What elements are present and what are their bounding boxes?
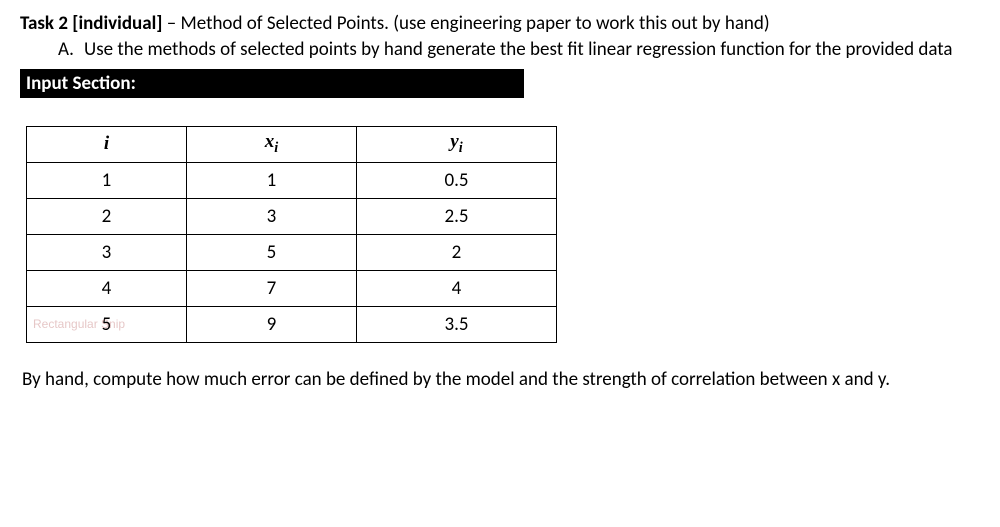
footer-instruction: By hand, compute how much error can be d… xyxy=(22,367,980,393)
subitem-text: Use the methods of selected points by ha… xyxy=(84,38,953,61)
header-x-base: x xyxy=(265,131,275,152)
subitem-letter: A. xyxy=(58,37,84,63)
header-y-sub: i xyxy=(459,140,463,156)
cell-y: 4 xyxy=(357,270,557,306)
task-title: Task 2 [individual] – Method of Selected… xyxy=(20,12,980,35)
cell-i: 4 xyxy=(27,270,187,306)
table-row: 5 9 3.5 xyxy=(27,306,557,342)
cell-x: 7 xyxy=(187,270,357,306)
cell-i: 2 xyxy=(27,198,187,234)
table-row: 3 5 2 xyxy=(27,234,557,270)
task-title-rest: – Method of Selected Points. (use engine… xyxy=(162,12,769,35)
table-row: 1 1 0.5 xyxy=(27,162,557,198)
cell-y: 3.5 xyxy=(357,306,557,342)
cell-y: 2.5 xyxy=(357,198,557,234)
task-subitem: A.Use the methods of selected points by … xyxy=(58,37,980,63)
input-section-header: Input Section: xyxy=(20,69,980,98)
table-header-row: i xi yi xyxy=(27,126,557,162)
table-row: 4 7 4 xyxy=(27,270,557,306)
cell-x: 3 xyxy=(187,198,357,234)
header-y-base: y xyxy=(450,131,458,152)
col-header-i: i xyxy=(27,126,187,162)
cell-i: 3 xyxy=(27,234,187,270)
input-section-bar xyxy=(144,69,524,98)
cell-i: 5 xyxy=(27,306,187,342)
header-x-sub: i xyxy=(274,140,278,156)
cell-i: 1 xyxy=(27,162,187,198)
input-section-label: Input Section: xyxy=(20,69,144,98)
table-row: 2 3 2.5 xyxy=(27,198,557,234)
cell-x: 5 xyxy=(187,234,357,270)
col-header-y: yi xyxy=(357,126,557,162)
cell-y: 2 xyxy=(357,234,557,270)
header-i-text: i xyxy=(104,133,109,154)
data-table: i xi yi 1 1 0.5 2 3 2.5 3 5 2 4 7 4 5 9 … xyxy=(26,126,557,343)
task-title-bold: Task 2 [individual] xyxy=(20,12,162,35)
cell-x: 9 xyxy=(187,306,357,342)
col-header-x: xi xyxy=(187,126,357,162)
cell-x: 1 xyxy=(187,162,357,198)
cell-y: 0.5 xyxy=(357,162,557,198)
